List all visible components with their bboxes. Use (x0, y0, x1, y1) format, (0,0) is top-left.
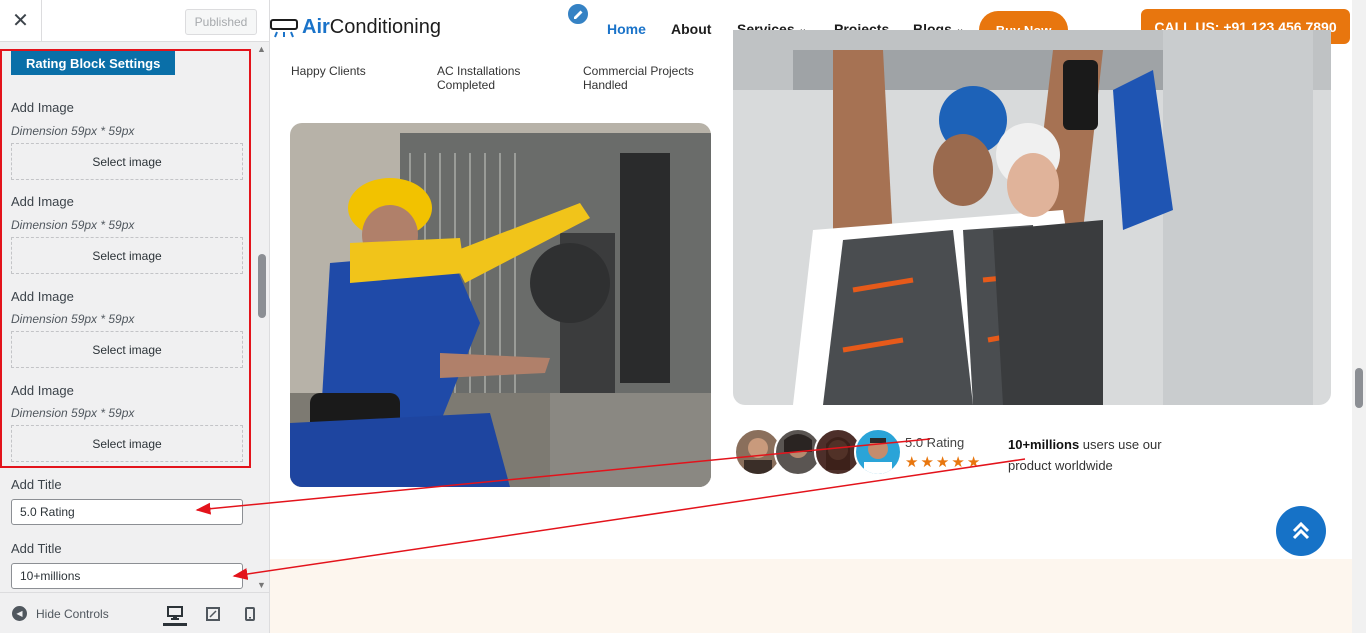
add-image-label: Add Image (11, 194, 74, 209)
ac-logo-icon (270, 18, 298, 37)
site-logo[interactable]: AirConditioning (270, 16, 441, 39)
sidebar-scrollbar[interactable]: ▲ ▼ (255, 42, 269, 592)
logo-text: AirConditioning (302, 16, 441, 38)
installation-photo (733, 30, 1331, 405)
star-icon: ★ (905, 454, 919, 471)
select-image-button[interactable]: Select image (11, 143, 243, 180)
select-image-button[interactable]: Select image (11, 331, 243, 368)
image-dimension-hint: Dimension 59px * 59px (11, 312, 135, 326)
tablet-icon[interactable] (201, 602, 225, 626)
mobile-icon[interactable] (238, 602, 262, 626)
add-image-label: Add Image (11, 100, 74, 115)
stat-label: AC Installations Completed (437, 64, 521, 92)
sidebar-footer: ◀ Hide Controls (0, 592, 269, 633)
published-button: Published (185, 9, 257, 35)
nav-home[interactable]: Home (607, 21, 646, 37)
star-rating: ★ ★ ★ ★ ★ (905, 455, 980, 470)
hide-controls-button[interactable]: ◀ Hide Controls (12, 606, 109, 621)
rating-title: 5.0 Rating (905, 435, 965, 450)
collapse-icon: ◀ (12, 606, 27, 621)
hide-controls-label: Hide Controls (36, 606, 109, 621)
image-dimension-hint: Dimension 59px * 59px (11, 218, 135, 232)
stat-label: Happy Clients (291, 64, 366, 78)
rating-title-input[interactable]: 5.0 Rating (11, 499, 243, 525)
sidebar-header: ✕ Published (0, 0, 269, 42)
scroll-to-top-button[interactable] (1276, 506, 1326, 556)
close-icon[interactable]: ✕ (0, 0, 42, 41)
next-section (270, 559, 1352, 633)
scrollbar-thumb[interactable] (258, 254, 266, 318)
users-title-input[interactable]: 10+millions (11, 563, 243, 589)
page-scrollbar-thumb[interactable] (1355, 368, 1363, 408)
double-chevron-up-icon (1292, 521, 1310, 540)
star-icon: ★ (935, 454, 950, 471)
technician-photo (290, 123, 711, 487)
image-dimension-hint: Dimension 59px * 59px (11, 124, 135, 138)
image-dimension-hint: Dimension 59px * 59px (11, 406, 135, 420)
page-scrollbar[interactable] (1352, 0, 1366, 633)
edit-shortcut-icon[interactable] (566, 2, 590, 26)
add-image-label: Add Image (11, 289, 74, 304)
site-preview: AirConditioning Home About Services ⌄ Pro… (270, 0, 1352, 633)
star-icon: ★ (951, 454, 965, 471)
add-image-label: Add Image (11, 383, 74, 398)
scroll-up-icon[interactable]: ▲ (257, 44, 266, 54)
avatar-group (734, 428, 904, 478)
select-image-button[interactable]: Select image (11, 237, 243, 274)
section-title: Rating Block Settings (11, 51, 176, 75)
avatar (854, 428, 902, 476)
nav-about[interactable]: About (671, 21, 711, 37)
select-image-button[interactable]: Select image (11, 425, 243, 462)
desktop-icon[interactable] (163, 602, 187, 626)
star-icon: ★ (920, 454, 934, 471)
customizer-sidebar: ✕ Published Rating Block Settings Add Im… (0, 0, 270, 633)
stat-label: Commercial Projects Handled (583, 64, 694, 92)
users-worldwide-text: 10+millions users use our product worldw… (1008, 437, 1162, 473)
sidebar-controls: Rating Block Settings Add Image Dimensio… (0, 42, 255, 592)
customizer-screen: ✕ Published Rating Block Settings Add Im… (0, 0, 1366, 633)
scroll-down-icon[interactable]: ▼ (257, 580, 266, 590)
add-title-label: Add Title (11, 477, 62, 492)
star-icon: ★ (966, 454, 981, 471)
add-title-label: Add Title (11, 541, 62, 556)
